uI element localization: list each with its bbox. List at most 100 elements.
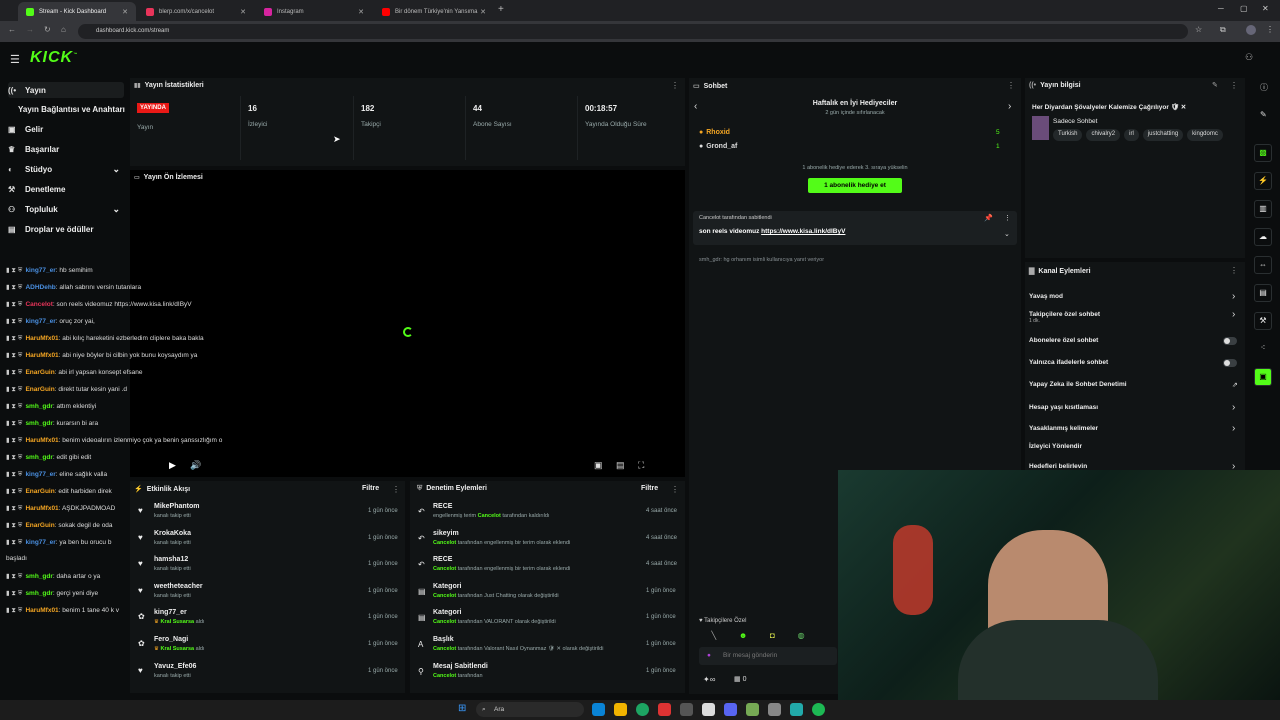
infinity-icon[interactable]: ✦∞ [703, 675, 715, 684]
kick-logo[interactable]: KICK™ [30, 49, 78, 67]
gifters-next-icon[interactable]: › [1008, 101, 1011, 112]
moderation-action-name[interactable]: Kategori [433, 583, 461, 590]
pinned-menu-icon[interactable]: ⋮ [1004, 214, 1011, 222]
channel-actions-menu-icon[interactable]: ⋮ [1230, 266, 1238, 275]
fullscreen-icon[interactable]: ⛶ [638, 460, 644, 471]
chat-message[interactable]: ▮ ⧗ ⛨ smh_gdr: edit gibi edit [6, 453, 326, 470]
channel-action-label[interactable]: Hedefleri belirlevin [1029, 463, 1087, 470]
reload-icon[interactable]: ↻ [44, 25, 51, 34]
back-icon[interactable]: ← [8, 25, 16, 34]
sidebar-item-denetleme[interactable]: ⚒ Denetleme [8, 181, 124, 197]
stats-menu-icon[interactable]: ⋮ [671, 81, 679, 90]
stream-tag[interactable]: justchatting [1142, 129, 1184, 141]
mod-actions-icon[interactable]: ▮ ⧗ ⛨ [6, 420, 22, 427]
moderation-action-name[interactable]: RECE [433, 503, 452, 510]
tab-blerp[interactable]: blerp.com/x/cancelot ✕ [138, 2, 254, 21]
stream-tag[interactable]: Turkish [1053, 129, 1083, 141]
channel-action-label[interactable]: Hesap yaşı kısıtlaması [1029, 404, 1098, 411]
spotify-icon[interactable] [812, 703, 825, 716]
rail-button[interactable]: ☁ [1254, 228, 1272, 246]
sidebar-item-studyo[interactable]: ◐ Stüdyo ⌄ [8, 161, 124, 177]
moderation-filter-button[interactable]: Filtre [641, 485, 658, 492]
gift-sub-button[interactable]: 1 abonelik hediye et [808, 178, 902, 193]
app-icon[interactable] [680, 703, 693, 716]
moderation-action-name[interactable]: Başlık [433, 636, 454, 643]
close-tab-icon[interactable]: ✕ [358, 8, 364, 16]
channel-action-label[interactable]: Abonelere özel sohbet [1029, 337, 1098, 344]
edit-icon[interactable]: ✎ [1212, 81, 1218, 89]
forward-icon[interactable]: → [26, 25, 34, 34]
app-icon[interactable] [790, 703, 803, 716]
chat-username[interactable]: EnarGuin [25, 369, 54, 376]
chat-message[interactable]: ▮ ⧗ ⛨ smh_gdr: gerçi yeni diye [6, 589, 326, 606]
activity-name[interactable]: Yavuz_Efe06 [154, 663, 196, 670]
chat-message[interactable]: ▮ ⧗ ⛨ smh_gdr: daha artar o ya [6, 572, 326, 589]
mod-actions-icon[interactable]: ▮ ⧗ ⛨ [6, 539, 22, 546]
chat-message[interactable]: başladı [6, 555, 326, 572]
moderation-menu-icon[interactable]: ⋮ [671, 485, 679, 494]
activity-menu-icon[interactable]: ⋮ [392, 485, 400, 494]
close-window-icon[interactable]: ✕ [1262, 4, 1269, 13]
chat-message[interactable]: ▮ ⧗ ⛨ king77_er: ya ben bu orucu b [6, 538, 326, 555]
pip-icon[interactable]: ▣ [594, 460, 603, 471]
mod-actions-icon[interactable]: ▮ ⧗ ⛨ [6, 505, 22, 512]
bookmark-star-icon[interactable]: ☆ [1195, 25, 1202, 34]
gifter-row[interactable]: ● Rhoxid [699, 129, 730, 136]
channel-action-label[interactable]: İzleyici Yönlendir [1029, 443, 1082, 450]
folder-icon[interactable] [614, 703, 627, 716]
minimize-icon[interactable]: ─ [1218, 4, 1224, 13]
chevron-right-icon[interactable]: › [1232, 423, 1235, 434]
external-link-icon[interactable]: ⇗ [1232, 381, 1238, 389]
chat-username[interactable]: ADHDehb [25, 284, 55, 291]
chat-username[interactable]: smh_gdr [25, 590, 52, 597]
pinned-link[interactable]: https://www.kisa.link/dIByV [761, 228, 845, 235]
pin-icon[interactable]: 📌 [984, 214, 993, 222]
chevron-right-icon[interactable]: › [1232, 309, 1235, 320]
channel-action-label[interactable]: Yasaklanmış kelimeler [1029, 425, 1098, 432]
mod-actions-icon[interactable]: ▮ ⧗ ⛨ [6, 590, 22, 597]
chat-message[interactable]: ▮ ⧗ ⛨ king77_er: eline sağlık valla [6, 470, 326, 487]
close-tab-icon[interactable]: ✕ [122, 8, 128, 16]
chat-message[interactable]: ▮ ⧗ ⛨ EnarGuin: edit harbiden direk [6, 487, 326, 504]
chat-username[interactable]: HaruMfx01 [25, 437, 58, 444]
chat-message[interactable]: ▮ ⧗ ⛨ EnarGuin: abi irl yapsan konsept ef… [6, 368, 326, 385]
rail-button[interactable]: ▤ [1254, 284, 1272, 302]
stream-tag[interactable]: irl [1124, 129, 1139, 141]
chat-username[interactable]: smh_gdr [25, 403, 52, 410]
rail-button[interactable]: ▣ [1254, 368, 1272, 386]
toggle-switch[interactable] [1223, 337, 1237, 345]
taskbar-search[interactable]: ⌕ Ara [476, 702, 584, 717]
header-user-icon[interactable]: ⚇ [1245, 52, 1259, 64]
chat-username[interactable]: HaruMfx01 [25, 505, 58, 512]
chat-username[interactable]: smh_gdr [25, 454, 52, 461]
home-icon[interactable]: ⌂ [61, 25, 66, 34]
chat-username[interactable]: king77_er [25, 267, 55, 274]
discord-icon[interactable] [724, 703, 737, 716]
chat-message[interactable]: ▮ ⧗ ⛨ king77_er: oruç zor yai, [6, 317, 326, 334]
sidebar-item-gelir[interactable]: ▣ Gelir [8, 121, 124, 137]
chat-message[interactable]: ▮ ⧗ ⛨ ADHDehb: allah sabrını versin tutan… [6, 283, 326, 300]
pencil-icon[interactable]: ✎ [1260, 110, 1267, 119]
mod-actions-icon[interactable]: ▮ ⧗ ⛨ [6, 335, 22, 342]
mod-actions-icon[interactable]: ▮ ⧗ ⛨ [6, 522, 22, 529]
info-icon[interactable]: ⓘ [1260, 82, 1268, 93]
moderation-action-name[interactable]: sikeyim [433, 530, 459, 537]
mod-actions-icon[interactable]: ▮ ⧗ ⛨ [6, 454, 22, 461]
rail-button[interactable]: ⇔ [1254, 256, 1272, 274]
chat-username[interactable]: smh_gdr [25, 420, 52, 427]
channel-action-label[interactable]: Yapay Zeka ile Sohbet Denetimi [1029, 381, 1127, 388]
chat-username[interactable]: EnarGuin [25, 488, 54, 495]
chat-message[interactable]: ▮ ⧗ ⛨ HaruMfx01: benim 1 tane 40 k v [6, 606, 326, 623]
close-tab-icon[interactable]: ✕ [240, 8, 246, 16]
chevron-right-icon[interactable]: › [1232, 461, 1235, 472]
windows-start-icon[interactable]: ⊞ [458, 703, 466, 714]
extensions-icon[interactable]: ⧉ [1220, 25, 1226, 35]
chat-message[interactable]: ▮ ⧗ ⛨ HaruMfx01: AŞDKJPADMOAD [6, 504, 326, 521]
mod-actions-icon[interactable]: ▮ ⧗ ⛨ [6, 352, 22, 359]
new-tab-button[interactable]: + [498, 4, 504, 15]
mod-actions-icon[interactable]: ▮ ⧗ ⛨ [6, 403, 22, 410]
chat-username[interactable]: HaruMfx01 [25, 352, 58, 359]
mod-actions-icon[interactable]: ▮ ⧗ ⛨ [6, 369, 22, 376]
chat-message[interactable]: ▮ ⧗ ⛨ EnarGuin: sokak degil de oda [6, 521, 326, 538]
chat-message[interactable]: ▮ ⧗ ⛨ smh_gdr: kurarsın bi ara [6, 419, 326, 436]
